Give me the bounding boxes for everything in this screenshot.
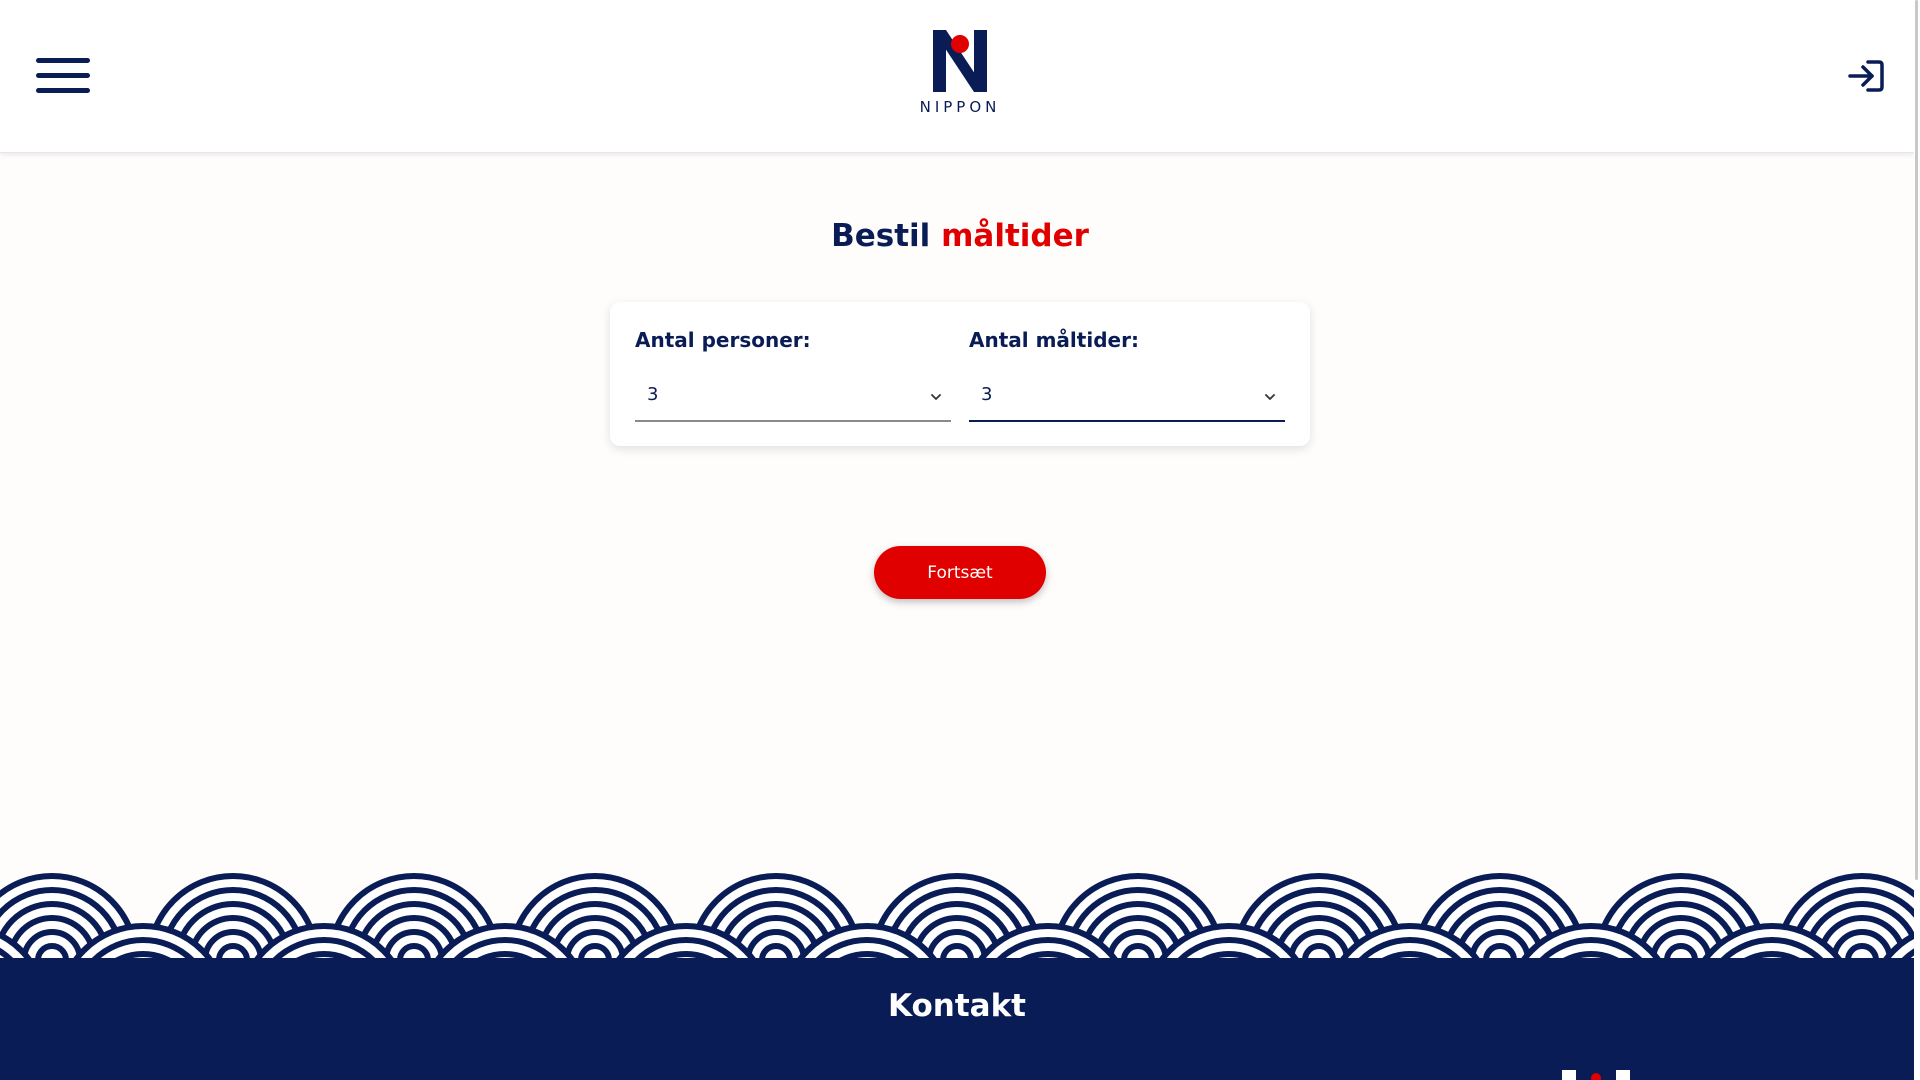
persons-label: Antal personer: xyxy=(635,328,811,352)
order-options-card: Antal personer: 3 Antal måltider: 3 xyxy=(610,302,1310,446)
site-footer: Kontakt xyxy=(0,958,1914,1080)
page-title: Bestil måltider xyxy=(0,218,1920,254)
title-part-2: måltider xyxy=(941,218,1089,254)
scrollbar-thumb[interactable] xyxy=(1915,0,1918,880)
meals-select-value: 3 xyxy=(981,384,993,405)
meals-label: Antal måltider: xyxy=(969,328,1139,352)
nippon-logo-mark-icon xyxy=(933,30,987,92)
title-part-1: Bestil xyxy=(831,218,931,254)
meals-select[interactable]: 3 xyxy=(969,374,1285,422)
footer-contact-title: Kontakt xyxy=(887,988,1027,1024)
logo-text: NIPPON xyxy=(919,98,1001,116)
hamburger-menu-icon[interactable] xyxy=(34,56,92,96)
site-header: NIPPON xyxy=(0,0,1914,153)
persons-select[interactable]: 3 xyxy=(635,374,951,422)
sign-in-icon[interactable] xyxy=(1846,56,1886,96)
chevron-down-icon xyxy=(931,394,941,400)
footer-logo-icon xyxy=(1562,1070,1630,1080)
continue-button[interactable]: Fortsæt xyxy=(874,546,1046,599)
nippon-logo[interactable]: NIPPON xyxy=(912,28,1008,120)
chevron-down-icon xyxy=(1265,394,1275,400)
seigaiha-wave-pattern xyxy=(0,860,1914,960)
persons-select-value: 3 xyxy=(647,384,659,405)
